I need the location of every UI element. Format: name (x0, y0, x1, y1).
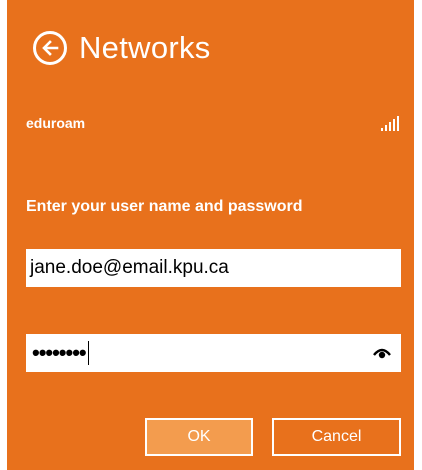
back-arrow-icon[interactable] (33, 31, 67, 65)
credentials-prompt: Enter your user name and password (26, 198, 303, 215)
wifi-signal-icon (381, 115, 399, 131)
password-input[interactable]: •••••••• (26, 334, 401, 372)
network-flyout-panel: Networks eduroam Enter your user name an… (7, 0, 414, 470)
text-caret (87, 341, 89, 365)
username-value: jane.doe@email.kpu.ca (30, 257, 229, 278)
eye-icon[interactable] (373, 346, 391, 364)
username-input[interactable]: jane.doe@email.kpu.ca (26, 249, 401, 287)
network-item-eduroam[interactable]: eduroam (25, 110, 405, 136)
cancel-button[interactable]: Cancel (272, 418, 401, 456)
page-title: Networks (79, 30, 211, 65)
header: Networks (33, 22, 211, 74)
password-masked-value: •••••••• (32, 340, 87, 365)
network-name: eduroam (26, 115, 86, 131)
ok-button[interactable]: OK (145, 418, 253, 456)
